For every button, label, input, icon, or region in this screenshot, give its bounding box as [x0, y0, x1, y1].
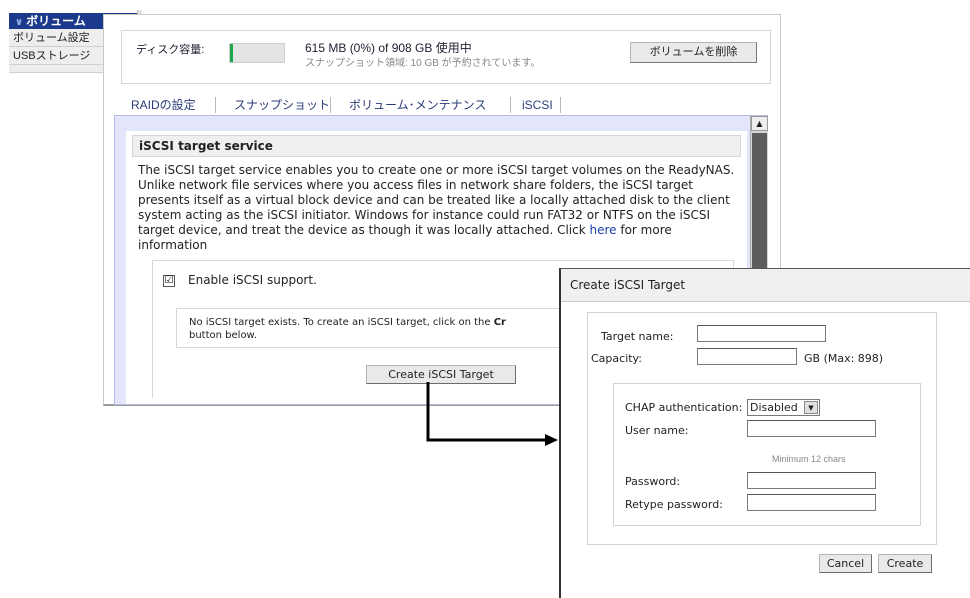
sidebar-header-label: ボリューム: [26, 14, 86, 28]
tab-iscsi[interactable]: iSCSI: [522, 95, 553, 115]
disk-usage-fill: [230, 44, 233, 62]
tab-divider: [510, 97, 511, 113]
enable-iscsi-checkbox[interactable]: ☑: [163, 275, 175, 287]
target-name-label: Target name:: [601, 330, 674, 343]
capacity-label: Capacity:: [591, 352, 642, 365]
password-input[interactable]: [747, 472, 876, 489]
tab-divider: [330, 97, 331, 113]
retype-password-label: Retype password:: [625, 498, 723, 511]
create-iscsi-target-dialog: Create iSCSI Target Target name: Capacit…: [559, 268, 970, 598]
username-input[interactable]: [747, 420, 876, 437]
username-label: User name:: [625, 424, 689, 437]
tab-divider: [215, 97, 216, 113]
scroll-up-arrow-icon[interactable]: ▲: [751, 116, 768, 131]
cancel-button[interactable]: Cancel: [819, 554, 872, 573]
capacity-input[interactable]: [697, 348, 797, 365]
tab-bar: RAIDの設定 スナップショット ボリューム･メンテナンス iSCSI: [104, 95, 780, 117]
chevron-down-icon[interactable]: ▼: [804, 401, 818, 414]
more-info-link[interactable]: here: [589, 223, 616, 237]
chap-auth-select[interactable]: Disabled ▼: [747, 399, 820, 416]
capacity-max-label: GB (Max: 898): [804, 352, 884, 365]
iscsi-description: The iSCSI target service enables you to …: [138, 163, 740, 253]
no-target-message: No iSCSI target exists. To create an iSC…: [189, 316, 569, 342]
disk-capacity-box: ディスク容量: 615 MB (0%) of 908 GB 使用中 スナップショ…: [121, 30, 771, 84]
username-hint: Minimum 12 chars: [772, 454, 846, 464]
create-button[interactable]: Create: [878, 554, 932, 573]
dialog-body: Target name: Capacity: GB (Max: 898) CHA…: [587, 312, 937, 545]
chap-auth-label: CHAP authentication:: [625, 401, 743, 414]
chap-auth-value: Disabled: [750, 401, 798, 414]
create-iscsi-target-button[interactable]: Create iSCSI Target: [366, 365, 516, 384]
chap-settings-box: CHAP authentication: Disabled ▼ User nam…: [613, 383, 921, 526]
tab-raid-settings[interactable]: RAIDの設定: [131, 95, 196, 115]
password-label: Password:: [625, 475, 681, 488]
chevron-down-icon: ∨: [15, 17, 24, 28]
tab-volume-maintenance[interactable]: ボリューム･メンテナンス: [349, 95, 486, 115]
retype-password-input[interactable]: [747, 494, 876, 511]
tab-snapshot[interactable]: スナップショット: [234, 95, 330, 115]
no-target-message-tail: button below.: [189, 330, 257, 341]
disk-capacity-label: ディスク容量:: [136, 44, 205, 56]
target-name-input[interactable]: [697, 325, 826, 342]
disk-usage-bar: [229, 43, 285, 63]
no-target-message-text: No iSCSI target exists. To create an iSC…: [189, 317, 494, 328]
no-target-message-bold: Cr: [493, 317, 506, 328]
iscsi-service-title: iSCSI target service: [132, 135, 741, 157]
enable-iscsi-label: Enable iSCSI support.: [188, 273, 317, 287]
tab-divider: [560, 97, 561, 113]
delete-volume-button[interactable]: ボリュームを削除: [630, 42, 757, 63]
snapshot-reserve-note: スナップショット領域: 10 GB が予約されています。: [305, 58, 541, 69]
dialog-title: Create iSCSI Target: [561, 269, 970, 302]
